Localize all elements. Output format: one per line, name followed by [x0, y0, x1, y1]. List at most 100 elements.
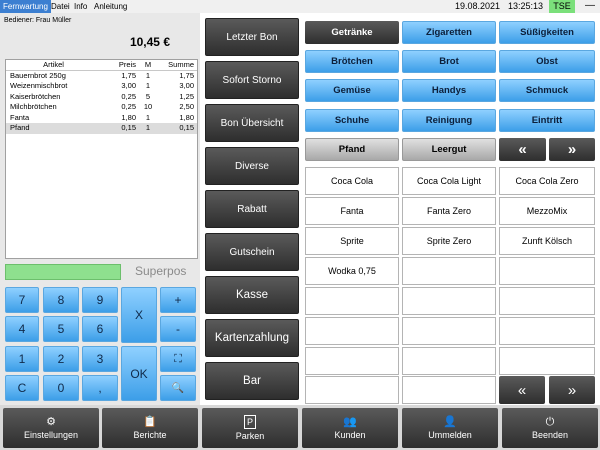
keypad-1[interactable]: 1 [5, 346, 39, 372]
keypad-4[interactable]: 4 [5, 316, 39, 342]
menu-info[interactable]: Info [71, 0, 90, 13]
category-handys[interactable]: Handys [402, 79, 496, 102]
receipt-overview-button[interactable]: Bon Übersicht [205, 104, 299, 142]
left-panel: Bediener: Frau Müller 10,45 € Artikel Pr… [0, 13, 200, 405]
product-coca-cola-light[interactable]: Coca Cola Light [402, 167, 496, 195]
power-icon: ⏻ [545, 416, 555, 428]
product-slot-empty[interactable] [499, 347, 595, 375]
table-row[interactable]: Bauernbrot 250g 1,75 1 1,75 [6, 71, 197, 82]
cell-summe: 1,80 [179, 112, 194, 122]
keypad-2[interactable]: 2 [43, 346, 79, 372]
product-wodka[interactable]: Wodka 0,75 [305, 257, 399, 285]
category-schmuck[interactable]: Schmuck [499, 79, 595, 102]
instant-void-button[interactable]: Sofort Storno [205, 61, 299, 99]
keypad-multiply[interactable]: X [121, 287, 157, 343]
category-zigaretten[interactable]: Zigaretten [402, 21, 496, 44]
table-row[interactable]: Weizenmischbrot 3,00 1 3,00 [6, 81, 197, 92]
product-coca-cola[interactable]: Coca Cola [305, 167, 399, 195]
amount-input[interactable] [5, 264, 121, 280]
keypad-plus[interactable]: + [160, 287, 196, 313]
park-button[interactable]: P Parken [202, 408, 298, 448]
tse-status-badge: TSE [549, 0, 575, 13]
reports-button[interactable]: 📋 Berichte [102, 408, 198, 448]
category-eintritt[interactable]: Eintritt [499, 109, 595, 132]
receipt-table[interactable]: Artikel Preis M Summe Bauernbrot 250g 1,… [5, 59, 198, 259]
switch-user-button[interactable]: 👤 Ummelden [402, 408, 498, 448]
category-obst[interactable]: Obst [499, 50, 595, 73]
cash-payment-button[interactable]: Bar [205, 362, 299, 400]
minimize-button[interactable]: — [582, 0, 598, 11]
category-gemuese[interactable]: Gemüse [305, 79, 399, 102]
keypad-5[interactable]: 5 [43, 316, 79, 342]
category-broetchen[interactable]: Brötchen [305, 50, 399, 73]
misc-button[interactable]: Diverse [205, 147, 299, 185]
keypad-minus[interactable]: - [160, 316, 196, 342]
product-next-page-button[interactable]: » [549, 376, 595, 404]
product-fanta-zero[interactable]: Fanta Zero [402, 197, 496, 225]
keypad-7[interactable]: 7 [5, 287, 39, 313]
waiter-label: Bediener: Frau Müller [4, 17, 72, 24]
product-prev-page-button[interactable]: « [499, 376, 545, 404]
keypad-ok[interactable]: OK [121, 346, 157, 401]
table-row-selected[interactable]: Pfand 0,15 1 0,15 [6, 123, 197, 134]
cell-preis: 0,25 [121, 91, 136, 101]
menu-datei[interactable]: Datei [48, 0, 73, 13]
product-coca-cola-zero[interactable]: Coca Cola Zero [499, 167, 595, 195]
product-slot-empty[interactable] [402, 376, 496, 404]
product-slot-empty[interactable] [402, 347, 496, 375]
category-suessigkeiten[interactable]: Süßigkeiten [499, 21, 595, 44]
category-pfand[interactable]: Pfand [305, 138, 399, 161]
product-fanta[interactable]: Fanta [305, 197, 399, 225]
cell-artikel: Milchbrötchen [10, 102, 57, 111]
table-row[interactable]: Kaiserbrötchen 0,25 5 1,25 [6, 92, 197, 103]
menu-fernwartung[interactable]: Fernwartung [0, 0, 51, 13]
exit-button[interactable]: ⏻ Beenden [502, 408, 598, 448]
product-slot-empty[interactable] [305, 347, 399, 375]
product-slot-empty[interactable] [305, 376, 399, 404]
category-leergut[interactable]: Leergut [402, 138, 496, 161]
menu-anleitung[interactable]: Anleitung [91, 0, 130, 13]
product-mezzomix[interactable]: MezzoMix [499, 197, 595, 225]
scan-icon[interactable]: ⛶ [160, 346, 196, 372]
product-slot-empty[interactable] [402, 317, 496, 345]
product-zunft-koelsch[interactable]: Zunft Kölsch [499, 227, 595, 255]
product-sprite[interactable]: Sprite [305, 227, 399, 255]
category-getraenke[interactable]: Getränke [305, 21, 399, 44]
product-slot-empty[interactable] [305, 317, 399, 345]
keypad-6[interactable]: 6 [82, 316, 118, 342]
parking-icon: P [243, 415, 256, 429]
category-brot[interactable]: Brot [402, 50, 496, 73]
category-reinigung[interactable]: Reinigung [402, 109, 496, 132]
keypad-3[interactable]: 3 [82, 346, 118, 372]
keypad-clear[interactable]: C [5, 375, 39, 401]
table-row[interactable]: Fanta 1,80 1 1,80 [6, 113, 197, 124]
product-slot-empty[interactable] [499, 287, 595, 315]
table-row[interactable]: Milchbrötchen 0,25 10 2,50 [6, 102, 197, 113]
last-receipt-button[interactable]: Letzter Bon [205, 18, 299, 56]
product-slot-empty[interactable] [499, 257, 595, 285]
cell-menge: 1 [145, 81, 151, 90]
keypad-0[interactable]: 0 [43, 375, 79, 401]
product-slot-empty[interactable] [402, 287, 496, 315]
product-slot-empty[interactable] [305, 287, 399, 315]
settings-button[interactable]: ⚙ Einstellungen [3, 408, 99, 448]
keypad-8[interactable]: 8 [43, 287, 79, 313]
date-display: 19.08.2021 [455, 1, 501, 11]
product-slot-empty[interactable] [499, 317, 595, 345]
product-sprite-zero[interactable]: Sprite Zero [402, 227, 496, 255]
keypad-9[interactable]: 9 [82, 287, 118, 313]
keypad-comma[interactable]: , [82, 375, 118, 401]
cash-register-button[interactable]: Kasse [205, 276, 299, 314]
voucher-button[interactable]: Gutschein [205, 233, 299, 271]
discount-button[interactable]: Rabatt [205, 190, 299, 228]
category-prev-button[interactable]: « [499, 138, 546, 161]
search-icon[interactable]: 🔍 [160, 375, 196, 401]
receipt-total: 10,45 € [129, 35, 170, 49]
category-schuhe[interactable]: Schuhe [305, 109, 399, 132]
col-preis: Preis [118, 60, 136, 69]
customers-label: Kunden [334, 430, 366, 440]
category-next-button[interactable]: » [549, 138, 595, 161]
product-slot-empty[interactable] [402, 257, 496, 285]
card-payment-button[interactable]: Kartenzahlung [205, 319, 299, 357]
customers-button[interactable]: 👥 Kunden [302, 408, 398, 448]
